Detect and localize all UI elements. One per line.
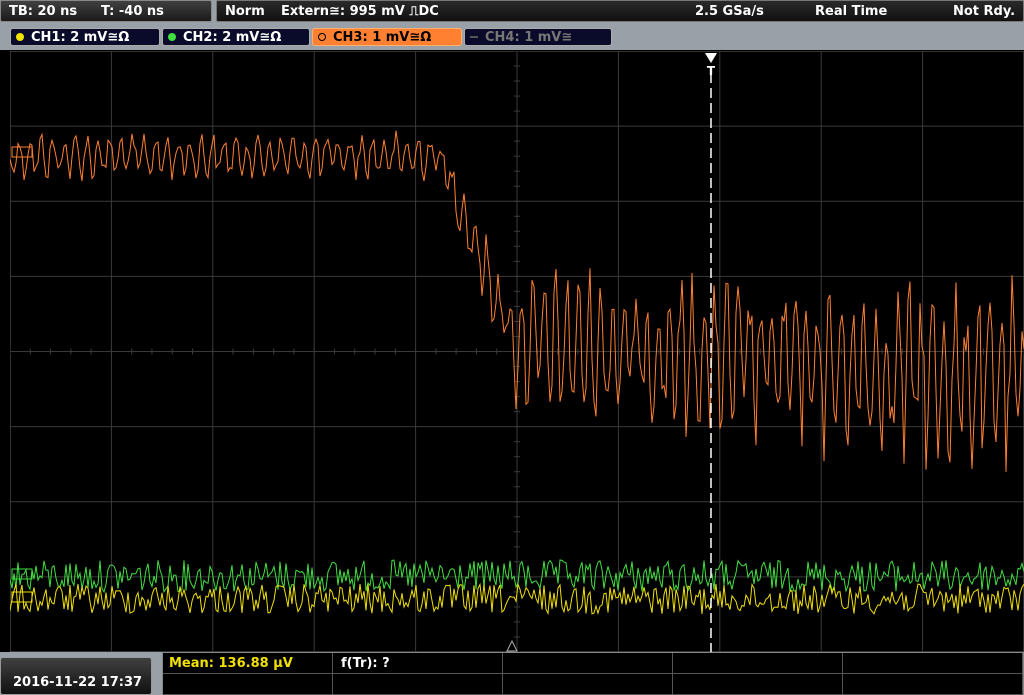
channel-4-dash-icon xyxy=(470,36,478,38)
top-bar: TB: 20 ns T: -40 ns Norm Extern≅: 995 mV… xyxy=(0,0,1024,24)
measure-cell xyxy=(333,674,503,695)
mean-measurement: Mean: 136.88 µV xyxy=(169,656,293,671)
trigger-marker-icon: T xyxy=(707,64,716,78)
trigger-mode: Norm xyxy=(225,4,265,19)
measure-cell xyxy=(503,674,673,695)
measure-cell xyxy=(163,674,333,695)
measure-cell xyxy=(503,653,673,674)
measurement-panel[interactable]: Mean: 136.88 µV f(Tr): ? xyxy=(162,652,1024,695)
acquisition-status: Not Rdy. xyxy=(953,4,1016,19)
channel-4-label: CH4: 1 mV≅ xyxy=(485,30,573,45)
channel-3-dot-icon xyxy=(318,33,326,41)
channel-1-label: CH1: 2 mV≅Ω xyxy=(31,30,130,45)
channel-3-button[interactable]: CH3: 1 mV≅Ω xyxy=(312,28,462,46)
channel-3-label: CH3: 1 mV≅Ω xyxy=(333,30,432,45)
channel-row: CH1: 2 mV≅Ω CH2: 2 mV≅Ω CH3: 1 mV≅Ω CH4:… xyxy=(0,24,1024,50)
channel-2-label: CH2: 2 mV≅Ω xyxy=(183,30,282,45)
channel-1-dot-icon xyxy=(16,33,24,41)
ftr-measurement: f(Tr): ? xyxy=(341,656,390,671)
channel-4-button[interactable]: CH4: 1 mV≅ xyxy=(464,28,612,46)
measure-cell xyxy=(673,674,843,695)
timebase-label: TB: 20 ns xyxy=(9,4,78,19)
status-bar[interactable]: Norm Extern≅: 995 mV ⎍DC 2.5 GSa/s Real … xyxy=(216,0,1024,22)
timebase-box[interactable]: TB: 20 ns T: -40 ns xyxy=(0,0,212,22)
measure-cell xyxy=(843,674,1023,695)
datetime-label: 2016-11-22 17:37 xyxy=(13,675,143,690)
channel-1-button[interactable]: CH1: 2 mV≅Ω xyxy=(10,28,160,46)
sample-rate: 2.5 GSa/s xyxy=(695,4,764,19)
trigger-source: Extern≅: 995 mV ⎍DC xyxy=(281,4,439,19)
trigger-time-label: T: -40 ns xyxy=(101,4,164,19)
waveform-display[interactable]: T xyxy=(10,51,1024,652)
channel-2-button[interactable]: CH2: 2 mV≅Ω xyxy=(162,28,310,46)
measure-cell xyxy=(843,653,1023,674)
datetime-box: 2016-11-22 17:37 xyxy=(0,657,152,695)
acquisition-mode: Real Time xyxy=(815,4,888,19)
measure-cell xyxy=(673,653,843,674)
channel-2-dot-icon xyxy=(168,33,176,41)
